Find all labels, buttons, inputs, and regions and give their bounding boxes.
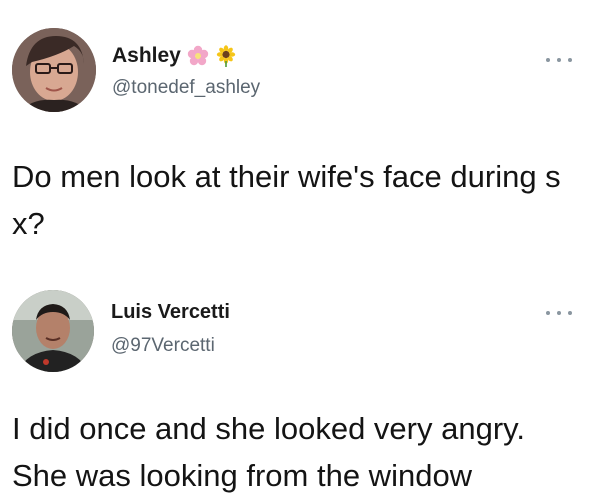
tweet-luis-vercetti: Luis Vercetti @97Vercetti I did once and… — [0, 290, 600, 503]
avatar-photo — [12, 290, 94, 372]
user-handle[interactable]: @tonedef_ashley — [112, 77, 260, 99]
dot-icon — [557, 311, 561, 315]
dot-icon — [557, 58, 561, 62]
display-name[interactable]: Ashley — [112, 44, 181, 68]
dot-icon — [568, 311, 572, 315]
sunflower-icon — [215, 45, 237, 67]
more-options-button[interactable] — [546, 54, 572, 66]
avatar[interactable] — [12, 290, 94, 372]
dot-icon — [568, 58, 572, 62]
author-name-row: Ashley — [112, 44, 237, 68]
author-name-row: Luis Vercetti — [111, 301, 230, 324]
avatar-photo — [12, 28, 96, 112]
display-name[interactable]: Luis Vercetti — [111, 301, 230, 324]
avatar[interactable] — [12, 28, 96, 112]
tweet-ashley: Ashley @tonedef_ashley Do men look at th… — [0, 0, 600, 290]
dot-icon — [546, 311, 550, 315]
user-handle[interactable]: @97Vercetti — [111, 335, 215, 357]
more-options-button[interactable] — [546, 307, 572, 319]
tweet-text: Do men look at their wife's face during … — [12, 159, 567, 241]
tweet-text: I did once and she looked very angry. Sh… — [12, 411, 525, 493]
dot-icon — [546, 58, 550, 62]
flower-icon — [187, 45, 209, 67]
